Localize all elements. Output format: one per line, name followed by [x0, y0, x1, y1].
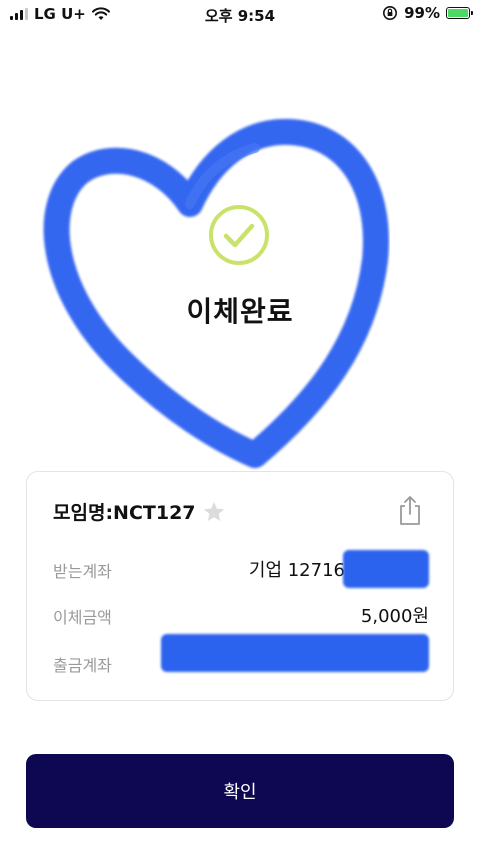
status-right: 99%	[382, 4, 473, 22]
withdraw-account-label: 출금계좌	[53, 656, 112, 675]
star-icon[interactable]	[202, 500, 226, 524]
wifi-icon	[91, 7, 110, 20]
recipient-account-row: 받는계좌 기업 12716	[53, 550, 429, 588]
redacted-block	[161, 634, 429, 672]
transfer-amount-value: 5,000원	[360, 606, 429, 627]
redacted-block	[343, 550, 429, 588]
rotation-lock-icon	[383, 6, 398, 20]
transfer-detail-card: 모임명:NCT127 받는계좌 기업 12716 이체금액 5,000원 출금계…	[26, 471, 454, 701]
transfer-amount-row: 이체금액 5,000원	[53, 600, 429, 627]
battery-icon	[446, 7, 473, 19]
recipient-account-label: 받는계좌	[53, 562, 112, 581]
share-icon[interactable]	[397, 494, 423, 526]
group-name-row: 모임명:NCT127	[53, 498, 226, 525]
transfer-amount-label: 이체금액	[53, 608, 112, 627]
status-left: LG U+	[10, 5, 110, 23]
signal-icon	[10, 8, 28, 20]
battery-percent: 99%	[404, 4, 440, 22]
transfer-complete-title: 이체완료	[186, 295, 294, 328]
confirm-button[interactable]: 확인	[26, 754, 454, 828]
group-name: 모임명:NCT127	[53, 502, 196, 524]
recipient-account-value: 기업 12716	[248, 560, 345, 581]
status-bar: LG U+ 오후 9:54 99%	[0, 0, 480, 28]
withdraw-account-row: 출금계좌	[53, 634, 429, 675]
carrier-label: LG U+	[34, 5, 86, 23]
check-circle-icon	[209, 205, 269, 265]
